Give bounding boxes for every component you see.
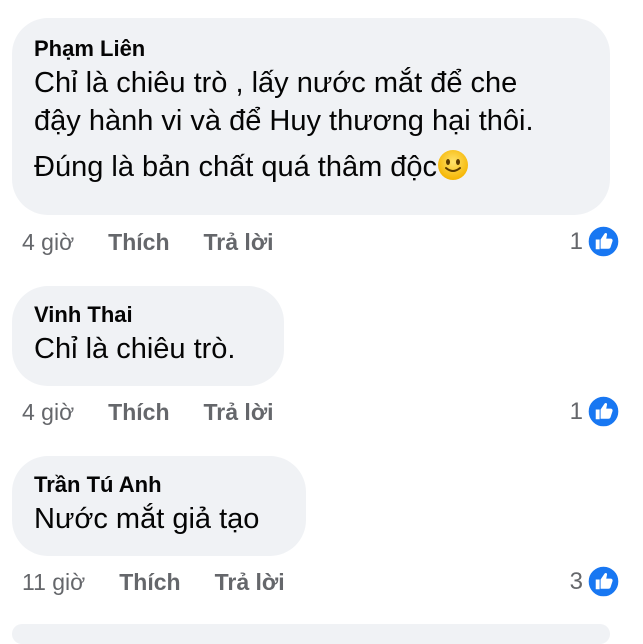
like-button[interactable]: Thích: [108, 397, 169, 427]
reply-button[interactable]: Trả lời: [204, 397, 274, 427]
comment-text-line: Đúng là bản chất quá thâm độc: [34, 151, 438, 183]
comment-timestamp[interactable]: 11 giờ: [22, 567, 85, 597]
like-button[interactable]: Thích: [108, 227, 169, 257]
reaction-summary[interactable]: 1: [570, 225, 620, 258]
comment-text-line: đậy hành vi và để Huy thương hại thôi.: [34, 105, 534, 137]
comment-author[interactable]: Phạm Liên: [34, 34, 588, 64]
comment-text-line-with-emoji: Đúng là bản chất quá thâm độc: [34, 148, 588, 186]
comment-1: Phạm Liên Chỉ là chiêu trò , lấy nước mắ…: [12, 18, 610, 215]
comment-bubble: Phạm Liên Chỉ là chiêu trò , lấy nước mắ…: [12, 18, 610, 215]
slightly-smiling-face-icon: [438, 150, 469, 180]
reaction-count: 1: [569, 397, 583, 425]
comment-timestamp[interactable]: 4 giờ: [22, 397, 74, 427]
comment-timestamp[interactable]: 4 giờ: [22, 227, 74, 257]
comment-bubble: Vinh Thai Chỉ là chiêu trò.: [12, 286, 284, 386]
thumbs-up-icon: [587, 395, 620, 428]
like-button[interactable]: Thích: [119, 567, 180, 597]
reaction-count: 1: [569, 227, 583, 255]
reply-button[interactable]: Trả lời: [215, 567, 285, 597]
reaction-count: 3: [569, 567, 583, 595]
thumbs-up-icon: [587, 225, 620, 258]
comment-2: Vinh Thai Chỉ là chiêu trò.: [12, 286, 284, 386]
reply-button[interactable]: Trả lời: [204, 227, 274, 257]
thumbs-up-icon: [587, 565, 620, 598]
comment-text-line: Chỉ là chiêu trò , lấy nước mắt để che: [34, 67, 518, 99]
comment-text: Chỉ là chiêu trò , lấy nước mắt để che đ…: [34, 64, 588, 186]
comment-3: Trần Tú Anh Nước mắt giả tạo: [12, 456, 306, 556]
comment-author[interactable]: Trần Tú Anh: [34, 470, 284, 500]
reaction-summary[interactable]: 3: [570, 565, 620, 598]
comment-meta: 4 giờ Thích Trả lời 1: [22, 225, 620, 258]
comment-bubble: Trần Tú Anh Nước mắt giả tạo: [12, 456, 306, 556]
comment-author[interactable]: Vinh Thai: [34, 300, 262, 330]
comment-meta: 4 giờ Thích Trả lời 1: [22, 395, 620, 428]
comment-text: Chỉ là chiêu trò.: [34, 333, 236, 365]
reaction-summary[interactable]: 1: [570, 395, 620, 428]
comment-text: Nước mắt giả tạo: [34, 503, 260, 535]
next-comment-bubble: [12, 624, 610, 644]
comment-meta: 11 giờ Thích Trả lời 3: [22, 565, 620, 598]
